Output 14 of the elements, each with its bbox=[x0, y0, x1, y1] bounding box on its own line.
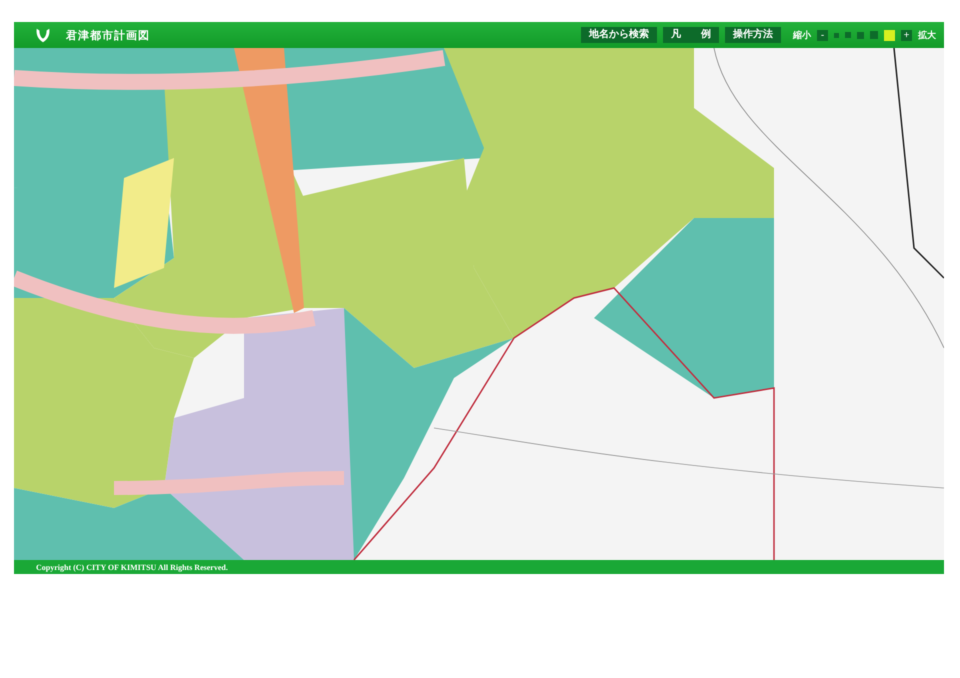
zoom-out-label: 縮小 bbox=[793, 29, 811, 42]
zoom-level-button[interactable] bbox=[834, 32, 839, 38]
zoning-map-drawing[interactable] bbox=[14, 48, 944, 560]
zoom-out-button[interactable]: - bbox=[817, 30, 828, 40]
toolbar-button[interactable]: 地名から検索 bbox=[581, 27, 657, 43]
zoom-level-button[interactable] bbox=[884, 30, 895, 40]
zoom-in-button[interactable]: + bbox=[901, 30, 912, 40]
toolbar-button[interactable]: 凡 例 bbox=[663, 27, 719, 43]
app-title: 君津都市計画図 bbox=[66, 28, 150, 42]
zoom-level-button[interactable] bbox=[857, 32, 864, 38]
emblem-icon bbox=[34, 26, 52, 44]
zoom-in-label: 拡大 bbox=[918, 29, 936, 42]
toolbar-button[interactable]: 操作方法 bbox=[725, 27, 781, 43]
copyright-text: Copyright (C) CITY OF KIMITSU All Rights Reserved. bbox=[36, 562, 228, 572]
